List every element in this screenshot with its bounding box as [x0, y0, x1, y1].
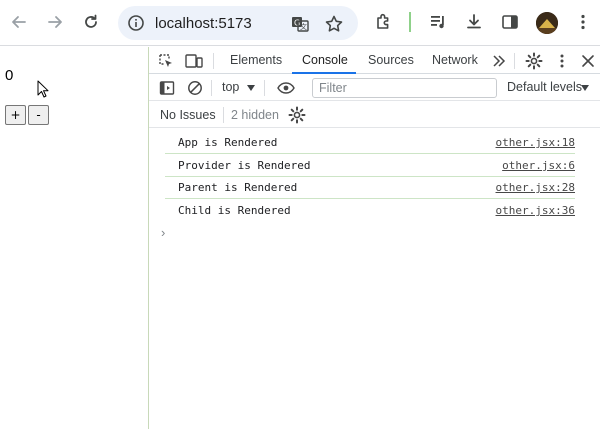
reload-icon[interactable] — [76, 7, 106, 37]
profile-avatar[interactable] — [536, 12, 558, 34]
decrement-button[interactable]: - — [28, 105, 49, 125]
sidebar-toggle-icon[interactable] — [157, 78, 177, 98]
close-devtools-icon[interactable] — [578, 51, 598, 71]
toolbar-separator — [514, 53, 515, 69]
address-bar[interactable]: localhost:5173 G文 — [118, 6, 358, 40]
console-log-row: Parent is Rendered other.jsx:28 — [149, 176, 600, 199]
divider — [409, 12, 411, 32]
devtools-tabbar: Elements Console Sources Network — [149, 47, 600, 74]
console-settings-gear-icon[interactable] — [287, 105, 307, 125]
tab-network[interactable]: Network — [432, 53, 478, 67]
mouse-cursor-icon — [37, 80, 49, 103]
log-levels-dropdown[interactable]: Default levels — [507, 80, 582, 94]
log-message: Parent is Rendered — [178, 181, 298, 194]
side-panel-icon[interactable] — [495, 7, 525, 37]
log-source-link[interactable]: other.jsx:28 — [496, 181, 575, 194]
console-log-row: App is Rendered other.jsx:18 — [149, 131, 600, 154]
toolbar-separator — [264, 80, 265, 96]
toolbar-separator — [213, 53, 214, 69]
console-log-row: Child is Rendered other.jsx:36 — [149, 199, 600, 222]
log-message: Provider is Rendered — [178, 159, 311, 172]
page-viewport: 0 + - — [0, 47, 148, 429]
levels-dropdown-caret[interactable] — [581, 85, 589, 91]
star-icon[interactable] — [322, 12, 346, 36]
tab-console[interactable]: Console — [302, 53, 348, 67]
context-dropdown-caret[interactable] — [247, 85, 255, 91]
context-selector[interactable]: top — [222, 80, 239, 94]
tab-sources[interactable]: Sources — [368, 53, 414, 67]
live-expression-eye-icon[interactable] — [276, 78, 296, 98]
device-toolbar-icon[interactable] — [184, 51, 204, 71]
log-message: App is Rendered — [178, 136, 278, 149]
menu-icon[interactable] — [568, 7, 598, 37]
svg-text:文: 文 — [300, 22, 307, 31]
log-source-link[interactable]: other.jsx:18 — [496, 136, 575, 149]
increment-button[interactable]: + — [5, 105, 26, 125]
download-icon[interactable] — [459, 7, 489, 37]
issues-count[interactable]: No Issues — [160, 108, 216, 122]
devtools-panel: Elements Console Sources Network top Fil… — [148, 47, 600, 429]
url-text[interactable]: localhost:5173 — [155, 15, 252, 32]
issues-bar: No Issues 2 hidden — [149, 102, 600, 128]
back-icon[interactable] — [4, 7, 34, 37]
translate-icon[interactable]: G文 — [288, 12, 312, 36]
counter-value: 0 — [5, 67, 14, 84]
toolbar-separator — [223, 107, 224, 123]
forward-icon[interactable] — [40, 7, 70, 37]
browser-toolbar: localhost:5173 G文 — [0, 0, 600, 46]
toolbar-separator — [211, 80, 212, 96]
console-prompt-chevron-icon[interactable]: › — [161, 225, 165, 240]
hidden-messages-count: 2 hidden — [231, 108, 279, 122]
log-source-link[interactable]: other.jsx:36 — [496, 204, 575, 217]
console-log-row: Provider is Rendered other.jsx:6 — [149, 154, 600, 177]
inspect-element-icon[interactable] — [156, 51, 176, 71]
filter-input[interactable]: Filter — [312, 78, 497, 98]
info-icon[interactable] — [124, 11, 148, 35]
media-control-icon[interactable] — [423, 7, 453, 37]
log-message: Child is Rendered — [178, 204, 291, 217]
clear-console-icon[interactable] — [185, 78, 205, 98]
tab-elements[interactable]: Elements — [230, 53, 282, 67]
active-tab-indicator — [292, 72, 356, 74]
settings-gear-icon[interactable] — [524, 51, 544, 71]
console-toolbar: top Filter Default levels — [149, 75, 600, 101]
log-source-link[interactable]: other.jsx:6 — [502, 159, 575, 172]
customize-menu-icon[interactable] — [552, 51, 572, 71]
more-tabs-icon[interactable] — [489, 51, 509, 71]
extensions-icon[interactable] — [369, 7, 399, 37]
